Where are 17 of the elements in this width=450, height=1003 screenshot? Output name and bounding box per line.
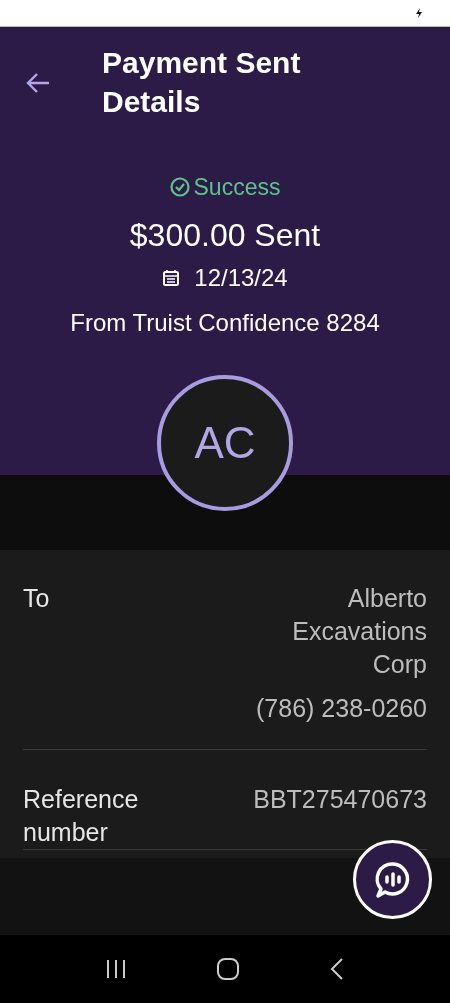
detail-label: Reference number xyxy=(23,784,140,848)
detail-value: (786) 238-0260 xyxy=(256,693,427,724)
avatar: AC xyxy=(157,375,293,511)
detail-value: BBT275470673 xyxy=(253,784,427,815)
detail-value: Alberto Excavations Corp xyxy=(291,583,427,680)
charging-icon xyxy=(416,8,422,18)
status-text: Success xyxy=(193,173,281,201)
page-title: Payment Sent Details xyxy=(102,45,302,120)
account-text: From Truist Confidence 8284 xyxy=(70,308,380,338)
date-text: 12/13/24 xyxy=(194,263,288,293)
calendar-icon xyxy=(162,269,181,287)
detail-label: To xyxy=(23,583,51,614)
back-icon[interactable] xyxy=(329,957,346,981)
recent-apps-icon[interactable] xyxy=(104,958,127,980)
check-circle-icon xyxy=(169,177,190,197)
home-icon[interactable] xyxy=(216,957,240,981)
amount-text: $300.00 Sent xyxy=(129,216,321,255)
